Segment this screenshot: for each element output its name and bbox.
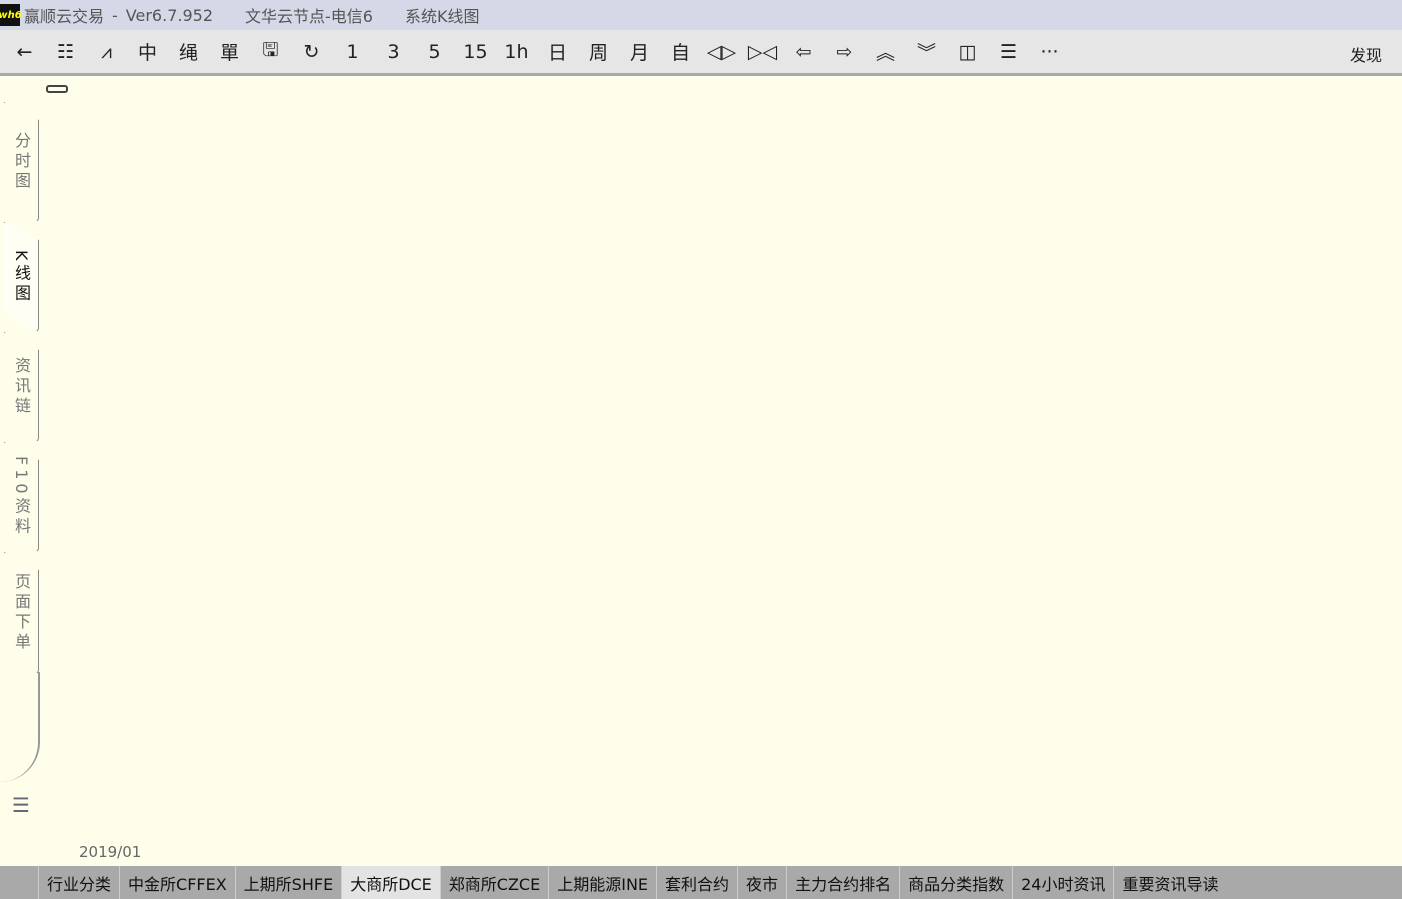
down-icon: ︾ <box>916 42 936 64</box>
up-icon: ︽ <box>875 42 895 64</box>
view-name: 系统K线图 <box>404 7 480 26</box>
side-tab[interactable]: F10资料 <box>4 442 39 552</box>
toolbar: ← ☷ ⩘ 中绳單 🖫 ↻ 1 3 5 15 1h 日周月自 ◁▷ ▷◁ ⇦ ⇨ ︽ ︾ ◫ ☰ ··· 发现 <box>0 30 1402 76</box>
period-week-icon: 周 <box>588 42 608 64</box>
refresh-icon-button[interactable]: ↻ <box>291 35 332 69</box>
period-custom-button[interactable]: 自 <box>660 35 701 69</box>
side-tab[interactable]: 资讯链 <box>4 332 39 442</box>
period-1-icon: 1 <box>346 40 359 63</box>
bottom-tab[interactable]: 上期能源INE <box>548 866 656 899</box>
text-icon: ☰ <box>999 40 1018 63</box>
side-tab-label: 页面下单 <box>12 573 31 653</box>
period-day-button[interactable]: 日 <box>537 35 578 69</box>
more-icon-button[interactable]: ··· <box>1029 35 1070 69</box>
bottom-tab[interactable]: 商品分类指数 <box>899 866 1012 899</box>
period-15-button[interactable]: 15 <box>455 35 496 69</box>
x-axis-date-label: 2019/01 <box>79 843 142 861</box>
zoom-out-icon: ▷◁ <box>747 40 778 63</box>
zoom-in-icon: ◁▷ <box>706 40 737 63</box>
right-icon-button[interactable]: ⇨ <box>824 35 865 69</box>
bottom-tab-bar: 行业分类 中金所CFFEX 上期所SHFE 大商所DCE 郑商所CZCE 上期能源INE 套… <box>0 866 1402 899</box>
order-icon-button[interactable]: 單 <box>209 35 250 69</box>
period-1h-button[interactable]: 1h <box>496 35 537 69</box>
side-tab-label: F10资料 <box>12 456 31 538</box>
period-1-button[interactable]: 1 <box>332 35 373 69</box>
side-panel-edge <box>0 672 40 782</box>
draw-icon-button[interactable]: 绳 <box>168 35 209 69</box>
up-icon-button[interactable]: ︽ <box>865 35 906 69</box>
candle-icon-button[interactable]: 中 <box>127 35 168 69</box>
side-tab[interactable]: 分时图 <box>4 102 39 222</box>
period-3-button[interactable]: 3 <box>373 35 414 69</box>
period-custom-icon: 自 <box>670 42 690 64</box>
period-5-icon: 5 <box>428 40 441 63</box>
refresh-icon: ↻ <box>303 40 320 63</box>
bottom-tab[interactable]: 重要资讯导读 <box>1113 866 1226 899</box>
layout-icon: ◫ <box>958 40 977 63</box>
line-chart-icon-button[interactable]: ⩘ <box>86 35 127 69</box>
title-bar: wh6 赢顺云交易 - Ver6.7.952 文华云节点-电信6 系统K线图 <box>0 0 1402 30</box>
zoom-out-icon-button[interactable]: ▷◁ <box>742 35 783 69</box>
save-icon-button[interactable]: 🖫 <box>250 35 291 69</box>
left-icon-button[interactable]: ⇦ <box>783 35 824 69</box>
side-tab[interactable]: K线图 <box>4 222 39 332</box>
left-icon: ⇦ <box>795 40 812 63</box>
period-3-icon: 3 <box>387 40 400 63</box>
side-tab-label: 资讯链 <box>12 357 31 417</box>
text-icon-button[interactable]: ☰ <box>988 35 1029 69</box>
list-icon: ☷ <box>56 40 75 63</box>
link-icon[interactable] <box>46 85 68 93</box>
server-node: 文华云节点-电信6 <box>245 7 373 26</box>
period-15-icon: 15 <box>463 40 488 63</box>
bottom-tab[interactable]: 大商所DCE <box>341 866 440 899</box>
draw-icon: 绳 <box>178 42 198 64</box>
more-icon: ··· <box>1040 40 1059 63</box>
title-separator: - <box>112 5 118 25</box>
back-arrow-icon: ← <box>16 40 33 63</box>
bottom-tab[interactable]: 行业分类 <box>38 866 119 899</box>
list-icon-button[interactable]: ☷ <box>45 35 86 69</box>
side-tabs: 分时图 K线图资讯链 F10资料页面下单 <box>4 102 39 674</box>
bottom-tab[interactable]: 夜市 <box>737 866 786 899</box>
app-logo: wh6 <box>0 4 22 26</box>
period-month-button[interactable]: 月 <box>619 35 660 69</box>
bottom-tab[interactable]: 套利合约 <box>656 866 737 899</box>
layout-icon-button[interactable]: ◫ <box>947 35 988 69</box>
candle-icon: 中 <box>137 42 157 64</box>
discover-button[interactable]: 发现 <box>1350 42 1382 66</box>
period-month-icon: 月 <box>629 42 649 64</box>
bottom-tab[interactable]: 上期所SHFE <box>234 866 342 899</box>
side-tab[interactable]: 页面下单 <box>4 552 39 674</box>
back-arrow-icon-button[interactable]: ← <box>4 35 45 69</box>
side-tab-label: K线图 <box>12 249 31 305</box>
bottom-tab[interactable]: 24小时资讯 <box>1012 866 1113 899</box>
bottom-tab[interactable]: 郑商所CZCE <box>439 866 548 899</box>
bottom-tab[interactable]: 主力合约排名 <box>786 866 899 899</box>
down-icon-button[interactable]: ︾ <box>906 35 947 69</box>
side-tab-label: 分时图 <box>12 132 31 192</box>
right-icon: ⇨ <box>836 40 853 63</box>
app-name: 赢顺云交易 <box>24 7 105 26</box>
app-version: Ver6.7.952 <box>125 5 213 25</box>
line-chart-icon: ⩘ <box>101 40 112 63</box>
period-week-button[interactable]: 周 <box>578 35 619 69</box>
order-icon: 單 <box>219 42 239 64</box>
save-icon: 🖫 <box>262 38 279 61</box>
zoom-in-icon-button[interactable]: ◁▷ <box>701 35 742 69</box>
period-day-icon: 日 <box>547 42 567 64</box>
period-5-button[interactable]: 5 <box>414 35 455 69</box>
period-1h-icon: 1h <box>504 40 529 63</box>
menu-list-icon[interactable]: ☰ <box>12 793 30 817</box>
bottom-tab[interactable]: 中金所CFFEX <box>119 866 235 899</box>
